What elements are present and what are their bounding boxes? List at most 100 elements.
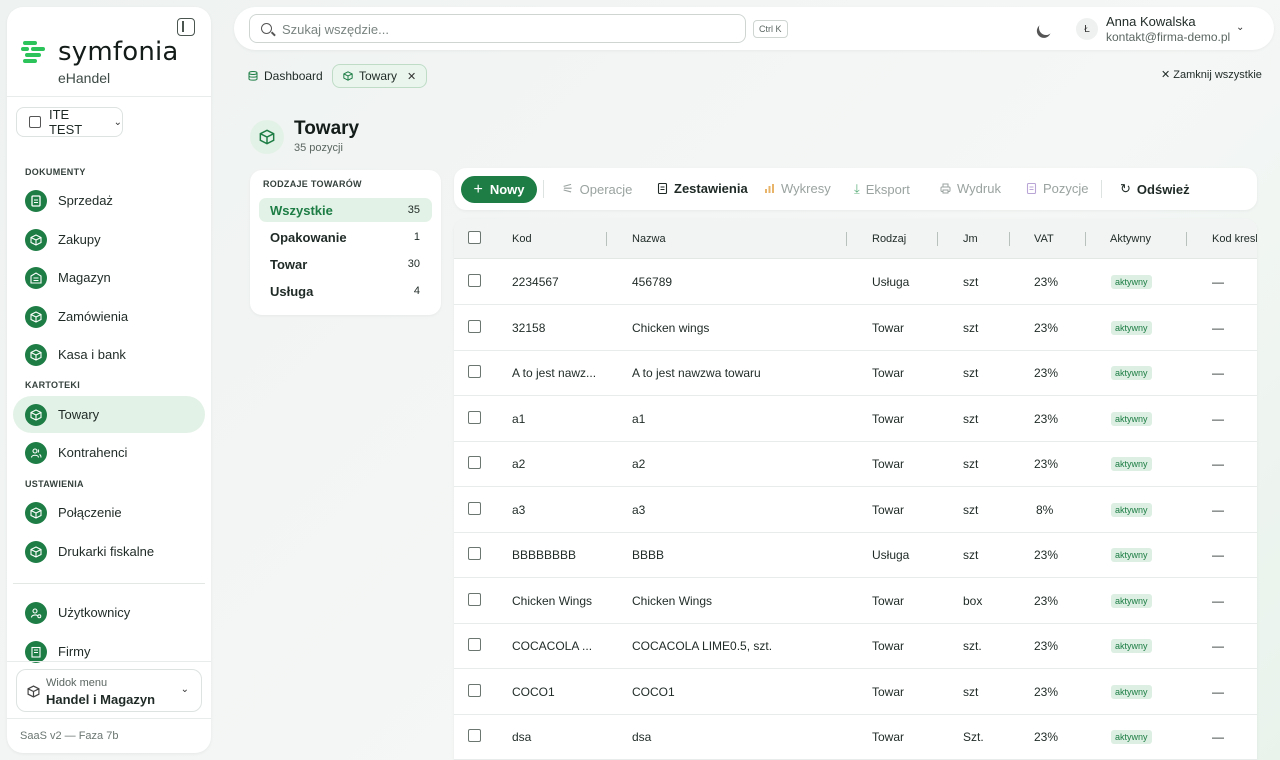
row-checkbox[interactable] bbox=[468, 274, 481, 287]
cell-rodzaj: Towar bbox=[872, 639, 905, 653]
wydruk-button[interactable]: Wydruk bbox=[940, 181, 1001, 196]
category-item-opakowanie[interactable]: Opakowanie 1 bbox=[259, 225, 432, 249]
cell-kod-kreskowy: — bbox=[1212, 321, 1224, 335]
zestawienia-button[interactable]: Zestawienia bbox=[657, 181, 748, 196]
cell-kod: BBBBBBBB bbox=[512, 548, 577, 562]
wydruk-label: Wydruk bbox=[957, 181, 1001, 196]
table-row[interactable]: BBBBBBBB BBBB Usługa szt 23% aktywny — bbox=[454, 532, 1257, 578]
column-resizer[interactable] bbox=[1085, 232, 1086, 246]
dark-mode-icon[interactable] bbox=[1037, 19, 1055, 37]
sidebar-item-drukarki[interactable]: Drukarki fiskalne bbox=[13, 533, 205, 570]
cell-vat: 23% bbox=[1034, 275, 1059, 289]
cell-kod-kreskowy: — bbox=[1212, 503, 1224, 517]
select-all-checkbox[interactable] bbox=[468, 231, 481, 244]
refresh-button[interactable]: ↻ Odśwież bbox=[1120, 181, 1190, 197]
row-checkbox[interactable] bbox=[468, 502, 481, 515]
table-row[interactable]: dsa dsa Towar Szt. 23% aktywny — bbox=[454, 714, 1257, 760]
tab-dashboard[interactable]: Dashboard bbox=[238, 64, 333, 88]
page-subtitle: 35 pozycji bbox=[294, 142, 343, 154]
operacje-label: Operacje bbox=[579, 181, 633, 197]
sidebar-item-uzytkownicy[interactable]: Użytkownicy bbox=[13, 594, 205, 631]
column-header-kod-kreskowy[interactable]: Kod kresk bbox=[1212, 233, 1257, 245]
search-box[interactable] bbox=[249, 14, 746, 43]
category-item-towar[interactable]: Towar 30 bbox=[259, 252, 432, 276]
search-input[interactable] bbox=[282, 20, 732, 38]
company-selector[interactable]: ITE TEST ⌄ bbox=[16, 107, 123, 137]
cell-rodzaj: Towar bbox=[872, 685, 905, 699]
row-checkbox[interactable] bbox=[468, 456, 481, 469]
logo-subtitle: eHandel bbox=[58, 70, 111, 86]
row-checkbox[interactable] bbox=[468, 593, 481, 606]
row-checkbox[interactable] bbox=[468, 684, 481, 697]
sidebar-item-kasa[interactable]: Kasa i bank bbox=[13, 336, 205, 373]
table-row[interactable]: Chicken Wings Chicken Wings Towar box 23… bbox=[454, 578, 1257, 624]
user-menu[interactable]: Ł Anna Kowalska kontakt@firma-demo.pl ⌄ bbox=[1076, 14, 1256, 44]
table-row[interactable]: a1 a1 Towar szt 23% aktywny — bbox=[454, 396, 1257, 442]
row-checkbox[interactable] bbox=[468, 320, 481, 333]
new-button[interactable]: + Nowy bbox=[461, 176, 537, 203]
column-resizer[interactable] bbox=[1009, 232, 1010, 246]
sidebar-item-zakupy[interactable]: Zakupy bbox=[13, 221, 205, 258]
chevron-down-icon: ⌄ bbox=[113, 116, 122, 128]
tab-towary[interactable]: Towary ✕ bbox=[332, 64, 428, 88]
row-checkbox[interactable] bbox=[468, 638, 481, 651]
search-icon bbox=[261, 23, 272, 34]
operacje-button[interactable]: ⚟ Operacje bbox=[562, 181, 632, 197]
status-badge: aktywny bbox=[1111, 548, 1152, 562]
sidebar-item-label: Zakupy bbox=[58, 232, 101, 247]
view-menu-selector[interactable]: Widok menu Handel i Magazyn ⌄ bbox=[16, 669, 202, 712]
column-resizer[interactable] bbox=[937, 232, 938, 246]
users-icon bbox=[25, 441, 47, 464]
status-badge: aktywny bbox=[1111, 685, 1152, 699]
sidebar-item-magazyn[interactable]: Magazyn bbox=[13, 259, 205, 296]
category-label: Opakowanie bbox=[270, 230, 347, 245]
category-item-wszystkie[interactable]: Wszystkie 35 bbox=[259, 198, 432, 222]
cell-rodzaj: Usługa bbox=[872, 548, 910, 562]
sidebar-item-firmy[interactable]: Firmy bbox=[13, 633, 205, 670]
cell-jm: box bbox=[963, 594, 983, 608]
row-checkbox[interactable] bbox=[468, 547, 481, 560]
cell-kod: dsa bbox=[512, 730, 532, 744]
close-all-tabs-button[interactable]: ✕ Zamknij wszystkie bbox=[1161, 68, 1262, 81]
row-checkbox[interactable] bbox=[468, 411, 481, 424]
row-checkbox[interactable] bbox=[468, 729, 481, 742]
column-resizer[interactable] bbox=[606, 232, 607, 246]
table-row[interactable]: a2 a2 Towar szt 23% aktywny — bbox=[454, 441, 1257, 487]
cell-rodzaj: Usługa bbox=[872, 275, 910, 289]
column-header-nazwa[interactable]: Nazwa bbox=[632, 233, 666, 245]
category-item-usluga[interactable]: Usługa 4 bbox=[259, 279, 432, 303]
sidebar-collapse-icon[interactable] bbox=[177, 18, 195, 36]
user-settings-icon bbox=[25, 601, 47, 624]
sidebar-item-towary[interactable]: Towary bbox=[13, 396, 205, 433]
cell-nazwa: COCO1 bbox=[632, 685, 675, 699]
column-header-kod[interactable]: Kod bbox=[512, 233, 532, 245]
category-count: 4 bbox=[413, 285, 420, 297]
cell-rodzaj: Towar bbox=[872, 366, 905, 380]
wykresy-button[interactable]: Wykresy bbox=[764, 181, 831, 196]
column-header-rodzaj[interactable]: Rodzaj bbox=[872, 233, 906, 245]
sidebar-item-sprzedaz[interactable]: Sprzedaż bbox=[13, 182, 205, 219]
cell-nazwa: dsa bbox=[632, 730, 652, 744]
sidebar-item-polaczenie[interactable]: Połączenie bbox=[13, 494, 205, 531]
box-icon bbox=[250, 120, 284, 154]
table-row[interactable]: 2234567 456789 Usługa szt 23% aktywny — bbox=[454, 259, 1257, 305]
table-row[interactable]: A to jest nawz... A to jest nawzwa towar… bbox=[454, 350, 1257, 396]
column-header-jm[interactable]: Jm bbox=[963, 233, 978, 245]
column-resizer[interactable] bbox=[1186, 232, 1187, 246]
table-row[interactable]: 32158 Chicken wings Towar szt 23% aktywn… bbox=[454, 305, 1257, 351]
column-resizer[interactable] bbox=[846, 232, 847, 246]
cell-jm: szt bbox=[963, 548, 979, 562]
sidebar-item-kontrahenci[interactable]: Kontrahenci bbox=[13, 434, 205, 471]
row-checkbox[interactable] bbox=[468, 365, 481, 378]
table-row[interactable]: a3 a3 Towar szt 8% aktywny — bbox=[454, 487, 1257, 533]
table-row[interactable]: COCO1 COCO1 Towar szt 23% aktywny — bbox=[454, 669, 1257, 715]
column-header-vat[interactable]: VAT bbox=[1034, 233, 1054, 245]
close-icon[interactable]: ✕ bbox=[407, 70, 416, 83]
table-row[interactable]: COCACOLA ... COCACOLA LIME0.5, szt. Towa… bbox=[454, 623, 1257, 669]
eksport-button[interactable]: ⤓ Eksport bbox=[854, 181, 910, 197]
pozycje-button[interactable]: Pozycje bbox=[1026, 181, 1089, 196]
cell-kod-kreskowy: — bbox=[1212, 366, 1224, 380]
column-header-aktywny[interactable]: Aktywny bbox=[1110, 233, 1151, 245]
sidebar-item-zamowienia[interactable]: Zamówienia bbox=[13, 298, 205, 335]
cell-kod: a3 bbox=[512, 503, 526, 517]
